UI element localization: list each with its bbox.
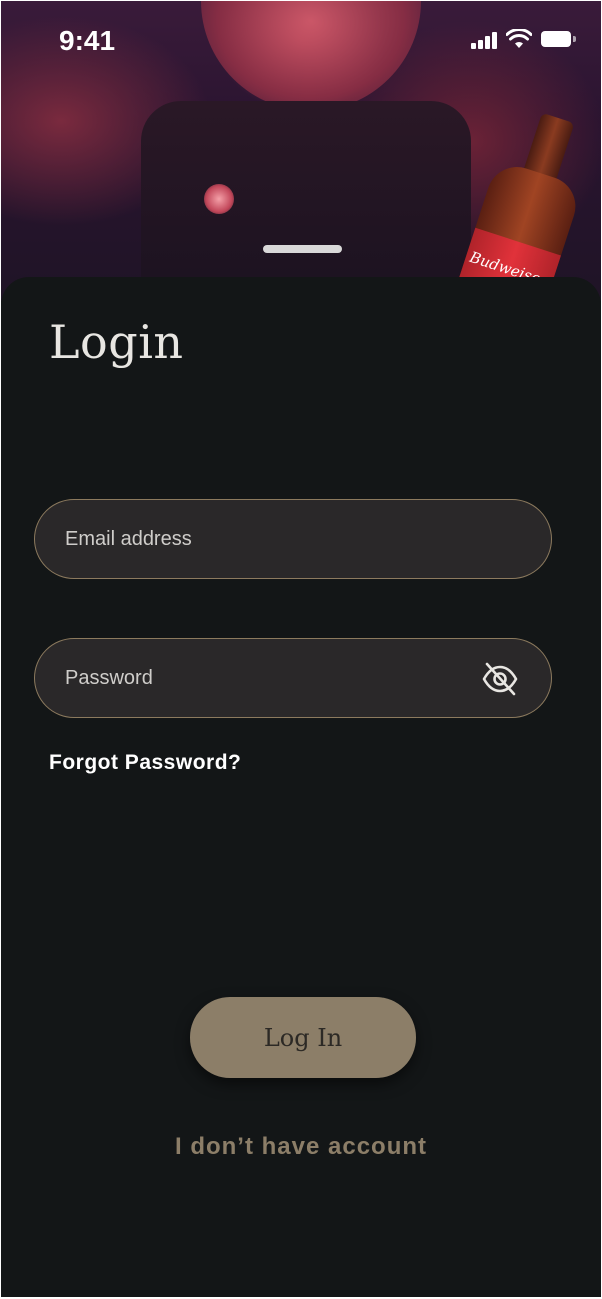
sign-up-link[interactable]: I don’t have account xyxy=(1,1133,601,1161)
login-sheet: Login Forgot Password? Log In I don’t ha… xyxy=(1,277,601,1297)
email-field[interactable] xyxy=(34,499,552,579)
battery-icon xyxy=(541,31,577,47)
hero-shirt-button xyxy=(204,184,234,214)
sheet-drag-handle[interactable] xyxy=(263,245,342,253)
forgot-password-link[interactable]: Forgot Password? xyxy=(49,751,241,775)
page-title: Login xyxy=(49,315,184,369)
cellular-signal-icon xyxy=(471,31,499,49)
hero-person-shirt xyxy=(141,101,471,301)
password-field[interactable] xyxy=(34,638,552,718)
login-button[interactable]: Log In xyxy=(190,997,416,1078)
wifi-icon xyxy=(505,28,533,49)
login-screen: Budweiser 9:41 Login Email address Forgo… xyxy=(1,1,601,1297)
eye-off-icon[interactable] xyxy=(480,659,520,699)
password-input[interactable] xyxy=(65,639,485,717)
email-input[interactable] xyxy=(65,500,485,578)
status-time: 9:41 xyxy=(59,25,116,56)
status-bar: 9:41 xyxy=(1,1,601,81)
